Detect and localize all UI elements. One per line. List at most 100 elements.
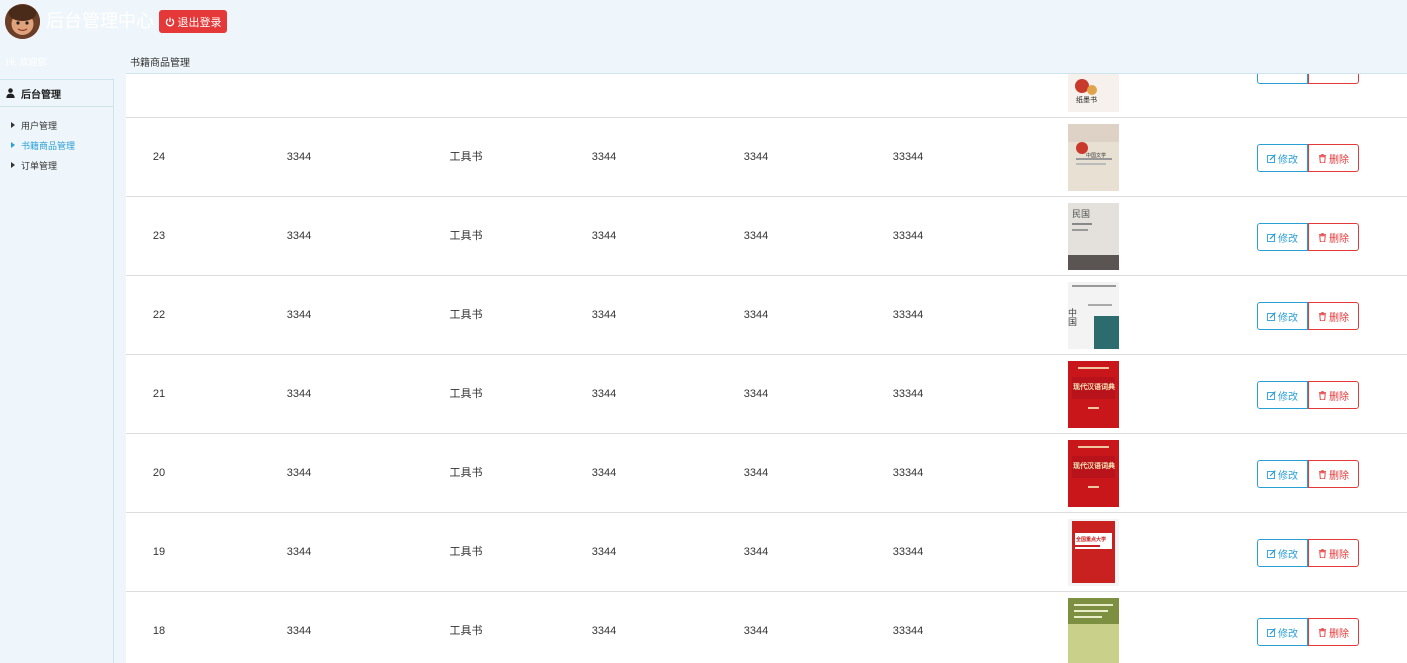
cell-category: 工具书 [449, 309, 483, 321]
cell-id: 20 [152, 467, 166, 479]
edit-button[interactable]: 修改 [1257, 381, 1308, 409]
edit-label: 修改 [1278, 391, 1298, 403]
cover-text: 现代汉语词典 [1073, 461, 1115, 470]
sidebar: 后台管理 用户管理 书籍商品管理 订单管理 [0, 79, 114, 663]
book-cover-image: 中国 [1068, 282, 1119, 349]
top-header: 后台管理中心 退出登录 [0, 0, 1407, 44]
power-icon [165, 17, 174, 26]
delete-button[interactable]: 删除 [1308, 223, 1359, 251]
trash-icon [1319, 232, 1326, 242]
cell-value: 3344 [743, 388, 769, 400]
cell-value: 3344 [591, 230, 617, 242]
sidebar-item-label: 用户管理 [21, 120, 58, 131]
edit-icon [1267, 311, 1276, 321]
cell-value: 3344 [591, 625, 617, 637]
delete-button[interactable]: 删除 [1308, 144, 1359, 172]
edit-button[interactable]: 修改 [1257, 223, 1308, 251]
logout-button[interactable]: 退出登录 [159, 10, 227, 33]
edit-button[interactable] [1257, 74, 1308, 84]
delete-button[interactable] [1308, 74, 1359, 84]
site-title: 后台管理中心 [46, 11, 154, 31]
cover-text: 中国 [1068, 307, 1077, 327]
delete-label: 删除 [1329, 391, 1349, 403]
delete-button[interactable]: 删除 [1308, 302, 1359, 330]
table-row: 24 3344 工具书 3344 3344 33344 中国文学 修改 删除 [126, 118, 1407, 197]
caret-right-icon [11, 122, 15, 128]
edit-icon [1267, 627, 1276, 637]
cell-value: 3344 [286, 388, 312, 400]
cover-text: 纸墨书 [1076, 95, 1097, 104]
sidebar-item-books[interactable]: 书籍商品管理 [0, 135, 113, 155]
cell-value: 3344 [743, 546, 769, 558]
delete-label: 删除 [1329, 549, 1349, 561]
book-cover-image: 现代汉语词典 [1068, 440, 1119, 507]
cell-value: 3344 [286, 151, 312, 163]
cell-value: 3344 [743, 467, 769, 479]
cell-category: 工具书 [449, 546, 483, 558]
cover-text: 中国文学 [1086, 152, 1106, 159]
cell-category: 工具书 [449, 625, 483, 637]
breadcrumb: 书籍商品管理 [130, 58, 190, 69]
delete-button[interactable]: 删除 [1308, 539, 1359, 567]
cell-value: 33344 [892, 230, 924, 242]
cell-value: 3344 [743, 309, 769, 321]
table-row-partial: 纸墨书 [126, 74, 1407, 118]
cell-value: 3344 [591, 388, 617, 400]
delete-label: 删除 [1329, 628, 1349, 640]
delete-button[interactable]: 删除 [1308, 381, 1359, 409]
cover-text: 全国重点大学 [1075, 536, 1106, 543]
cell-value: 3344 [591, 546, 617, 558]
edit-button[interactable]: 修改 [1257, 144, 1308, 172]
delete-button[interactable]: 删除 [1308, 618, 1359, 646]
edit-label: 修改 [1278, 549, 1298, 561]
edit-button[interactable]: 修改 [1257, 460, 1308, 488]
cell-id: 19 [152, 546, 166, 558]
cell-value: 3344 [743, 151, 769, 163]
cell-value: 33344 [892, 388, 924, 400]
cell-value: 33344 [892, 309, 924, 321]
sidebar-heading: 后台管理 [0, 80, 113, 107]
cover-text: 现代汉语词典 [1073, 382, 1115, 391]
cell-value: 3344 [286, 230, 312, 242]
edit-button[interactable]: 修改 [1257, 539, 1308, 567]
table-row: 23 3344 工具书 3344 3344 33344 民国 修改 删除 [126, 197, 1407, 276]
delete-label: 删除 [1329, 312, 1349, 324]
edit-label: 修改 [1278, 312, 1298, 324]
edit-label: 修改 [1278, 470, 1298, 482]
cell-id: 22 [152, 309, 166, 321]
trash-icon [1319, 390, 1326, 400]
cell-value: 3344 [286, 546, 312, 558]
sidebar-item-users[interactable]: 用户管理 [0, 115, 113, 135]
edit-label: 修改 [1278, 233, 1298, 245]
edit-icon [1267, 548, 1276, 558]
trash-icon [1319, 311, 1326, 321]
caret-right-icon [11, 142, 15, 148]
edit-button[interactable]: 修改 [1257, 302, 1308, 330]
cell-category: 工具书 [449, 388, 483, 400]
logout-label: 退出登录 [177, 16, 222, 29]
cell-value: 3344 [591, 151, 617, 163]
sidebar-item-orders[interactable]: 订单管理 [0, 155, 113, 175]
book-table: 纸墨书 24 3344 工具书 3344 3344 33344 中国文学 修改 … [126, 73, 1407, 663]
delete-button[interactable]: 删除 [1308, 460, 1359, 488]
cell-value: 33344 [892, 625, 924, 637]
table-row: 19 3344 工具书 3344 3344 33344 全国重点大学 修改 删除 [126, 513, 1407, 592]
sidebar-item-label: 订单管理 [21, 160, 58, 171]
cell-value: 3344 [591, 467, 617, 479]
cell-value: 3344 [286, 309, 312, 321]
edit-label: 修改 [1278, 154, 1298, 166]
cell-value: 33344 [892, 151, 924, 163]
trash-icon [1319, 469, 1326, 479]
welcome-text: Hi, 欢迎您 [6, 57, 47, 67]
caret-right-icon [11, 162, 15, 168]
cell-value: 33344 [892, 546, 924, 558]
book-cover-image: 现代汉语词典 [1068, 361, 1119, 428]
book-cover-image [1068, 598, 1119, 663]
delete-label: 删除 [1329, 233, 1349, 245]
cell-id: 18 [152, 625, 166, 637]
edit-button[interactable]: 修改 [1257, 618, 1308, 646]
cell-id: 24 [152, 151, 166, 163]
book-cover-image: 中国文学 [1068, 124, 1119, 191]
cell-value: 33344 [892, 467, 924, 479]
delete-label: 删除 [1329, 154, 1349, 166]
